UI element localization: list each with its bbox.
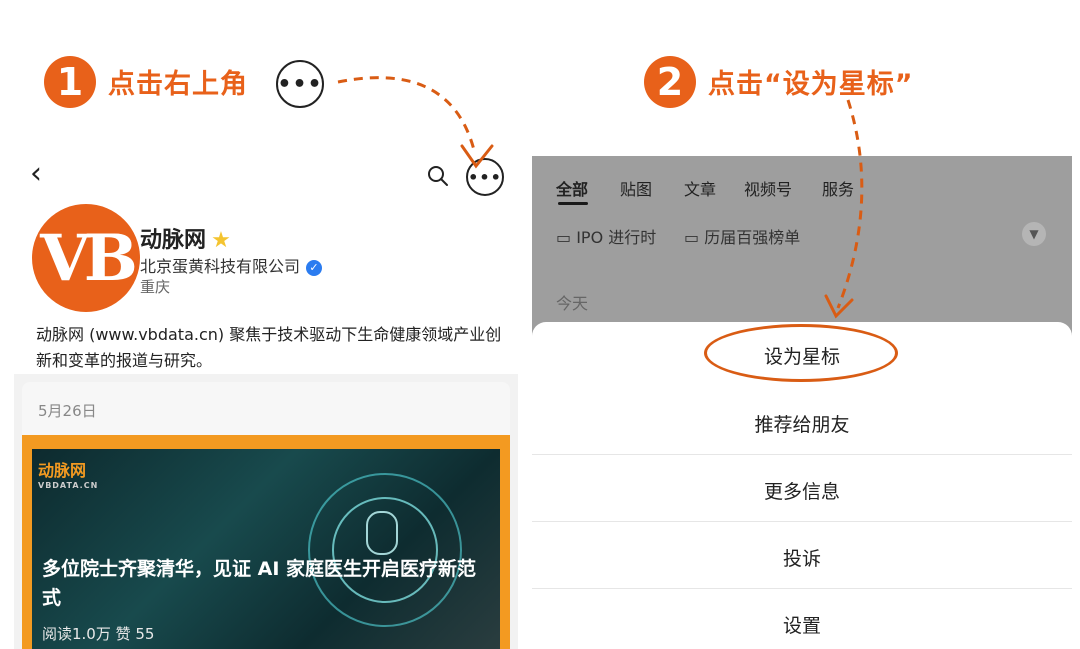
divider (532, 588, 1072, 589)
menu-item-report[interactable]: 投诉 (532, 544, 1072, 571)
article-image: 动脉网 VBDATA.CN 多位院士齐聚清华，见证 AI 家庭医生开启医疗新范式 … (32, 449, 500, 649)
article-card[interactable]: 动脉网 VBDATA.CN 多位院士齐聚清华，见证 AI 家庭医生开启医疗新范式 … (22, 435, 510, 649)
account-city: 重庆 (140, 278, 171, 296)
more-button[interactable]: ••• (466, 158, 504, 196)
company-row: 北京蛋黄科技有限公司 ✓ (140, 253, 323, 277)
tab-services[interactable]: 服务 (822, 176, 854, 200)
collection-icon: ▭ (684, 228, 705, 247)
divider (532, 454, 1072, 455)
tab-all[interactable]: 全部 (556, 176, 588, 200)
fingerprint-icon (366, 511, 398, 555)
highlight-oval (704, 324, 898, 382)
star-icon: ★ (211, 228, 231, 253)
back-button[interactable]: ‹ (30, 156, 42, 191)
menu-item-settings[interactable]: 设置 (532, 611, 1072, 638)
chip-ipo[interactable]: ▭ IPO 进行时 (556, 224, 656, 248)
post-date: 5月26日 (38, 402, 97, 420)
company-name: 北京蛋黄科技有限公司 (140, 257, 301, 276)
search-icon[interactable] (426, 164, 450, 192)
account-description: 动脉网 (www.vbdata.cn) 聚焦于技术驱动下生命健康领域产业创新和变… (36, 325, 502, 370)
step-1-badge: 1 (44, 56, 96, 108)
chip-rankings[interactable]: ▭ 历届百强榜单 (684, 224, 800, 248)
divider (532, 521, 1072, 522)
chevron-down-icon[interactable]: ▼ (1022, 222, 1046, 246)
section-today: 今天 (556, 294, 589, 313)
step-2-badge: 2 (644, 56, 696, 108)
article-title: 多位院士齐聚清华，见证 AI 家庭医生开启医疗新范式 (42, 558, 477, 609)
tab-posts[interactable]: 贴图 (620, 176, 652, 200)
menu-item-more-info[interactable]: 更多信息 (532, 477, 1072, 504)
tab-channels[interactable]: 视频号 (744, 176, 792, 200)
step-1-instruction: 点击右上角 (108, 69, 248, 100)
verified-icon: ✓ (306, 259, 323, 276)
collection-icon: ▭ (556, 228, 577, 247)
step-2-instruction: 点击“设为星标” (708, 69, 914, 100)
tab-articles[interactable]: 文章 (684, 176, 716, 200)
account-name-row: 动脉网 ★ (140, 222, 231, 254)
tab-underline (558, 202, 588, 205)
article-logo: 动脉网 VBDATA.CN (38, 461, 99, 490)
account-name: 动脉网 (140, 228, 207, 253)
avatar: VB (32, 204, 140, 312)
menu-item-recommend[interactable]: 推荐给朋友 (532, 410, 1072, 437)
more-options-icon: ••• (276, 60, 324, 108)
article-stats: 阅读1.0万 赞 55 (42, 625, 155, 643)
